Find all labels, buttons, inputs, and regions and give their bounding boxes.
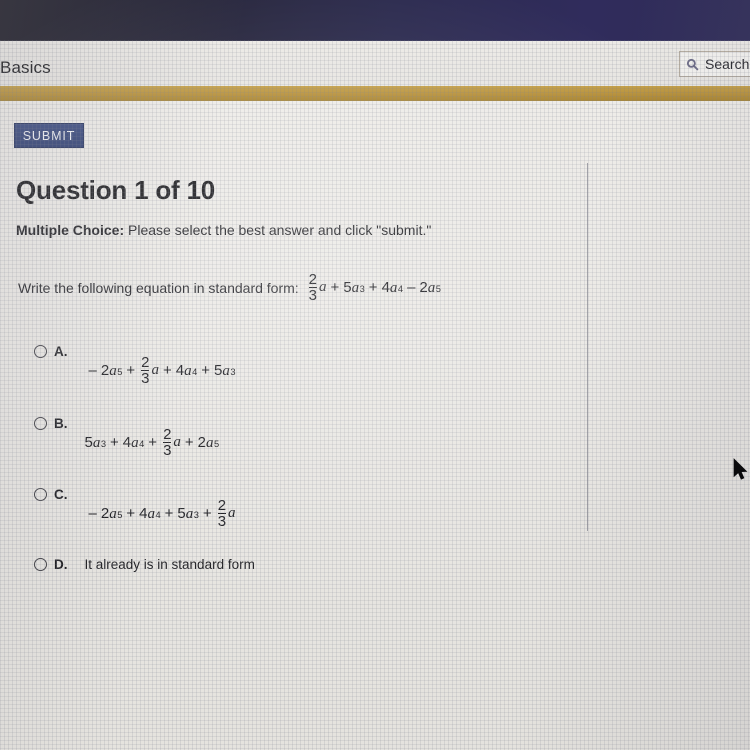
question-expression: 2 3 a + 5a3 + 4a4 – 2a5: [307, 272, 441, 304]
radio-button-c[interactable]: [34, 488, 47, 501]
answer-option-c[interactable]: C. – 2a5 + 4a4 + 5a3 + 2 3 a: [34, 486, 236, 530]
fraction-two-thirds: 2 3: [308, 271, 318, 305]
term-2: 5a3: [343, 278, 365, 296]
answer-option-b[interactable]: B. 5a3 + 4a4 + 2 3 a + 2a5: [34, 415, 219, 459]
term-3: 4a4: [381, 278, 404, 296]
answer-letter-a: A.: [54, 344, 68, 359]
answer-expression-a: – 2a5 + 2 3 a + 4a4 + 5a3: [88, 354, 236, 388]
question-instructions: Multiple Choice: Please select the best …: [16, 222, 431, 238]
answer-letter-b: B.: [54, 416, 68, 431]
browser-screenshot: Basics Search SUBMIT Question 1 of 10 Mu…: [0, 0, 750, 750]
answer-text-d: It already is in standard form: [84, 557, 255, 572]
operator-1: +: [330, 279, 340, 297]
question-prompt-text: Write the following equation in standard…: [18, 279, 299, 296]
submit-button[interactable]: SUBMIT: [14, 123, 84, 148]
term-1: a: [319, 279, 327, 296]
browser-chrome-band: [0, 0, 750, 41]
content-vertical-rule: [587, 163, 588, 531]
question-type-label: Multiple Choice:: [16, 222, 125, 238]
search-label: Search: [705, 56, 750, 72]
question-instructions-text: Please select the best answer and click …: [124, 222, 432, 238]
radio-button-b[interactable]: [34, 417, 47, 430]
fraction-denominator: 3: [308, 287, 318, 305]
operator-2: +: [368, 279, 378, 297]
question-prompt-row: Write the following equation in standard…: [18, 272, 441, 304]
answer-option-d[interactable]: D. It already is in standard form: [34, 556, 255, 572]
fraction-numerator: 2: [308, 271, 318, 288]
answer-option-a[interactable]: A. – 2a5 + 2 3 a + 4a4 + 5a3: [34, 343, 236, 387]
search-box[interactable]: Search: [679, 51, 750, 77]
radio-button-a[interactable]: [34, 345, 47, 358]
site-nav-strip: [0, 41, 750, 85]
answer-expression-c: – 2a5 + 4a4 + 5a3 + 2 3 a: [88, 497, 236, 531]
page-title: Question 1 of 10: [16, 175, 216, 205]
operator-3: –: [407, 279, 416, 297]
answer-letter-c: C.: [54, 487, 68, 502]
gold-divider-bar: [0, 86, 750, 101]
search-icon: [686, 58, 699, 71]
term-4: 2a5: [419, 278, 441, 296]
fraction-two-thirds-c: 2 3: [217, 497, 227, 531]
answer-letter-d: D.: [54, 557, 68, 572]
answer-expression-b: 5a3 + 4a4 + 2 3 a + 2a5: [84, 426, 220, 460]
fraction-two-thirds-b: 2 3: [163, 426, 172, 460]
fraction-two-thirds-a: 2 3: [141, 354, 150, 388]
course-title-basics[interactable]: Basics: [0, 58, 51, 78]
radio-button-d[interactable]: [34, 558, 47, 571]
